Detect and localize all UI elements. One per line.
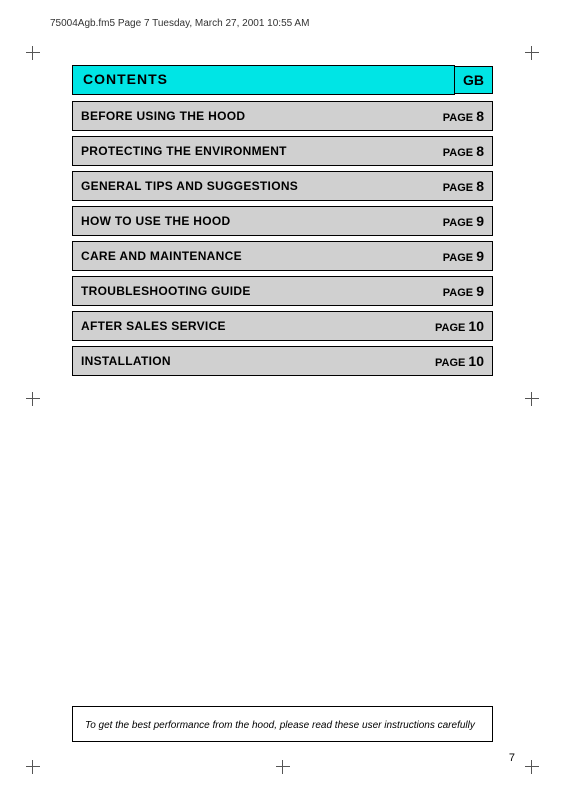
content-area: CONTENTS GB BEFORE USING THE HOODPAGE 8P…	[72, 65, 493, 381]
toc-row-title: PROTECTING THE ENVIRONMENT	[73, 139, 432, 163]
header-bar: 75004Agb.fm5 Page 7 Tuesday, March 27, 2…	[50, 18, 515, 29]
toc-row-title: BEFORE USING THE HOOD	[73, 104, 432, 128]
crosshair-bottom-right	[525, 760, 539, 774]
toc-row-page: PAGE 8	[432, 103, 492, 129]
toc-row-title: TROUBLESHOOTING GUIDE	[73, 279, 432, 303]
crosshair-bottom-left	[26, 760, 40, 774]
crosshair-top-left	[26, 46, 40, 60]
toc-row-page: PAGE 9	[432, 208, 492, 234]
contents-title: CONTENTS	[83, 71, 168, 87]
crosshair-top-right	[525, 46, 539, 60]
toc-row: HOW TO USE THE HOODPAGE 9	[72, 206, 493, 236]
toc-row: BEFORE USING THE HOODPAGE 8	[72, 101, 493, 131]
toc-row-page: PAGE 10	[427, 348, 492, 374]
toc-row: INSTALLATIONPAGE 10	[72, 346, 493, 376]
contents-gb-label: GB	[455, 66, 493, 94]
toc-row-page: PAGE 9	[432, 278, 492, 304]
bottom-note-box: To get the best performance from the hoo…	[72, 706, 493, 742]
page-number: 7	[509, 752, 515, 764]
toc-row: PROTECTING THE ENVIRONMENTPAGE 8	[72, 136, 493, 166]
toc-list: BEFORE USING THE HOODPAGE 8PROTECTING TH…	[72, 101, 493, 376]
toc-row-title: HOW TO USE THE HOOD	[73, 209, 432, 233]
contents-header: CONTENTS GB	[72, 65, 493, 95]
toc-row-title: CARE AND MAINTENANCE	[73, 244, 432, 268]
crosshair-mid-right	[525, 392, 539, 406]
toc-row: GENERAL TIPS AND SUGGESTIONSPAGE 8	[72, 171, 493, 201]
toc-row: TROUBLESHOOTING GUIDEPAGE 9	[72, 276, 493, 306]
toc-row: CARE AND MAINTENANCEPAGE 9	[72, 241, 493, 271]
toc-row-title: AFTER SALES SERVICE	[73, 314, 427, 338]
toc-row-title: INSTALLATION	[73, 349, 427, 373]
file-info: 75004Agb.fm5 Page 7 Tuesday, March 27, 2…	[50, 18, 309, 29]
toc-row: AFTER SALES SERVICEPAGE 10	[72, 311, 493, 341]
crosshair-mid-left	[26, 392, 40, 406]
crosshair-bottom-mid	[276, 760, 290, 774]
contents-title-box: CONTENTS	[72, 65, 455, 95]
toc-row-page: PAGE 8	[432, 138, 492, 164]
bottom-note-text: To get the best performance from the hoo…	[85, 720, 475, 731]
toc-row-page: PAGE 9	[432, 243, 492, 269]
toc-row-page: PAGE 8	[432, 173, 492, 199]
page: 75004Agb.fm5 Page 7 Tuesday, March 27, 2…	[0, 0, 565, 800]
toc-row-page: PAGE 10	[427, 313, 492, 339]
toc-row-title: GENERAL TIPS AND SUGGESTIONS	[73, 174, 432, 198]
